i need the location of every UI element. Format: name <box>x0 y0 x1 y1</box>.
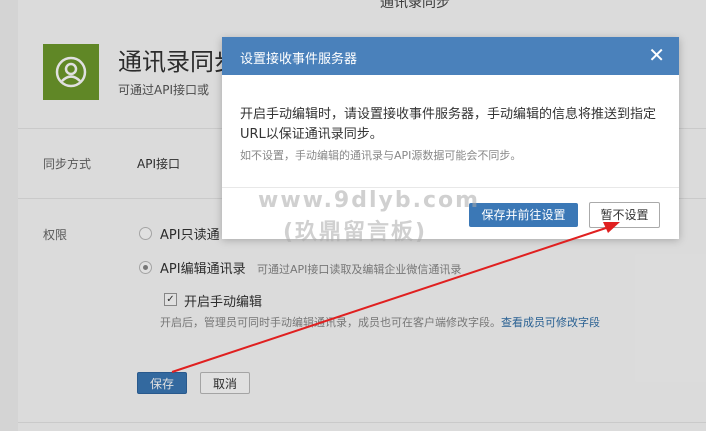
annotation-arrow <box>171 222 620 373</box>
